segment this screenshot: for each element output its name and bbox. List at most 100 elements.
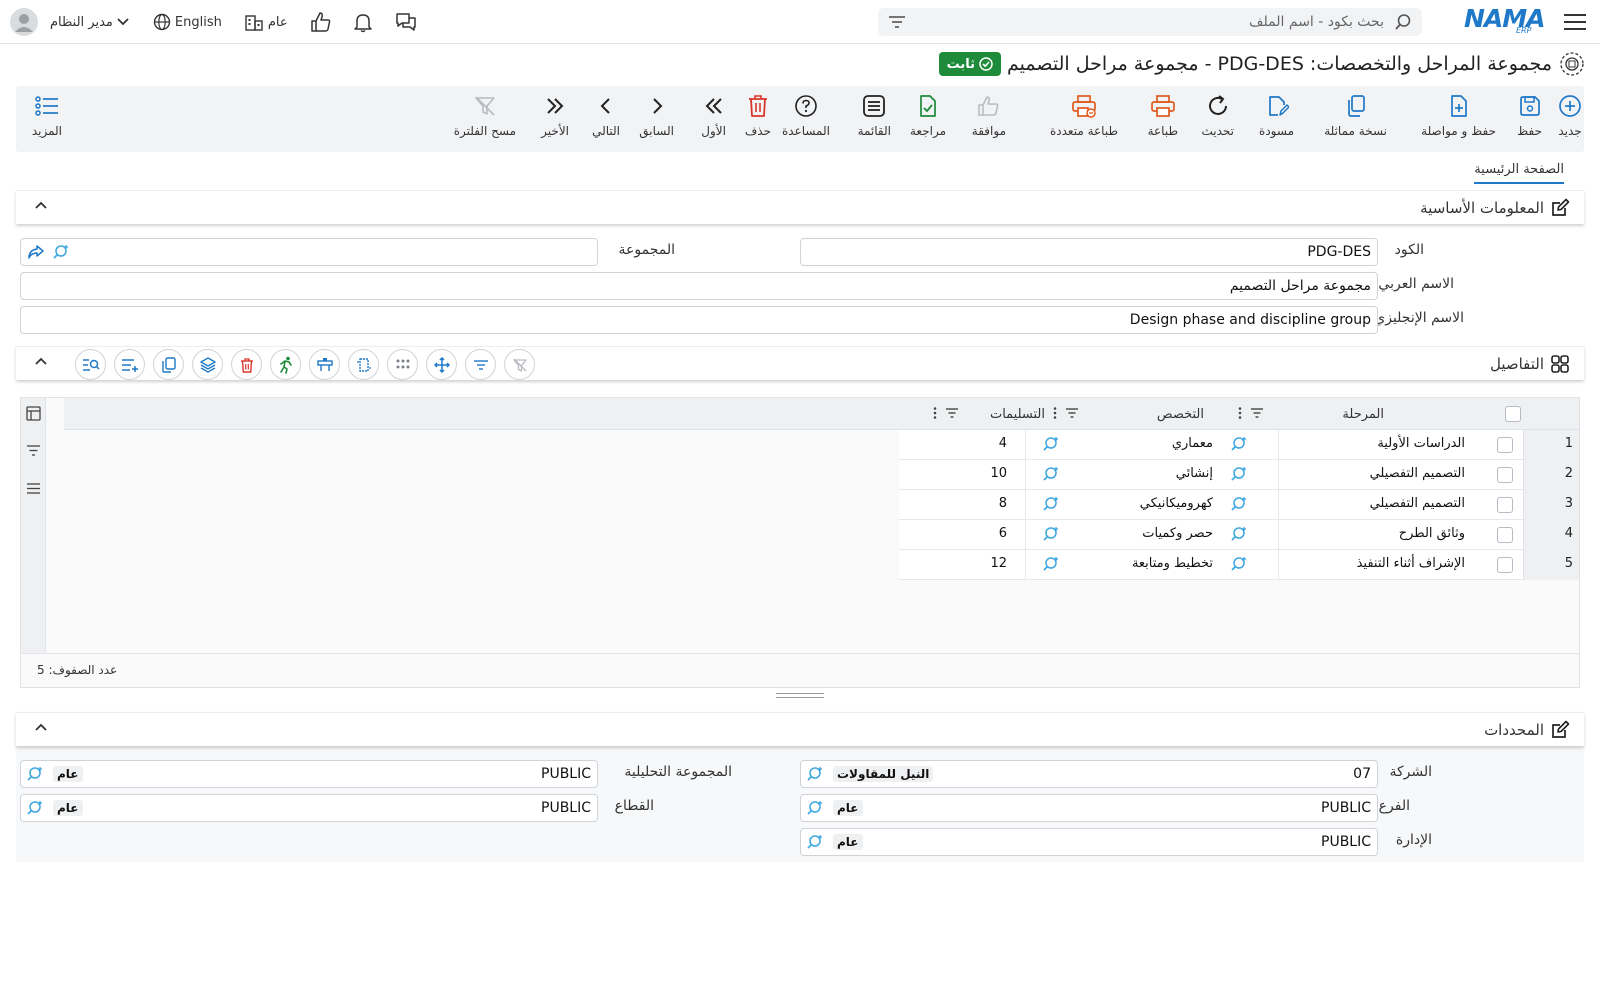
more-button[interactable]: المزيد [32, 94, 62, 138]
branch-field[interactable]: PUBLIC عام [800, 794, 1378, 822]
determinants-header[interactable]: المحددات [16, 712, 1584, 746]
english-name-field[interactable]: Design phase and discipline group [20, 306, 1378, 334]
discipline-cell[interactable]: حصر وكميات [1142, 526, 1213, 541]
column-filter-icon[interactable] [945, 406, 959, 420]
grid-clear-filter-button[interactable] [504, 349, 535, 380]
messages-button[interactable] [394, 0, 418, 44]
search-plus-icon[interactable] [807, 834, 825, 850]
company-field[interactable]: 07 النيل للمقاولات [800, 760, 1378, 788]
move-button[interactable] [426, 349, 457, 380]
discipline-cell[interactable]: كهروميكانيكي [1140, 496, 1213, 511]
table-row[interactable]: 1 الدراسات الأولية معماري 4 [899, 430, 1579, 460]
fit-columns-button[interactable] [348, 349, 379, 380]
row-checkbox[interactable] [1497, 557, 1513, 573]
search-plus-icon[interactable] [1043, 526, 1061, 542]
department-field[interactable]: PUBLIC عام [800, 828, 1378, 856]
multi-print-button[interactable]: طباعة متعددة [1050, 94, 1118, 138]
like-button[interactable] [310, 0, 332, 44]
phase-cell[interactable]: التصميم التفصيلي [1370, 466, 1465, 481]
select-all-checkbox[interactable] [1505, 406, 1521, 422]
layers-button[interactable] [192, 349, 223, 380]
notifications-button[interactable] [352, 0, 374, 44]
draft-button[interactable]: مسودة [1259, 94, 1294, 138]
column-menu-icon[interactable] [1238, 406, 1242, 420]
deliverables-cell[interactable]: 12 [990, 556, 1007, 571]
list-button[interactable]: القائمة [858, 94, 891, 138]
deliverables-cell[interactable]: 8 [999, 496, 1007, 511]
search-plus-icon[interactable] [1231, 526, 1249, 542]
column-header-discipline[interactable]: التخصص [1157, 398, 1204, 430]
search-plus-icon[interactable] [53, 244, 71, 260]
delete-row-button[interactable] [231, 349, 262, 380]
basic-info-header[interactable]: المعلومات الأساسية [16, 190, 1584, 224]
first-record-button[interactable]: الأول [701, 94, 726, 138]
column-header-deliverables[interactable]: التسليمات [990, 398, 1045, 430]
search-plus-icon[interactable] [1231, 436, 1249, 452]
print-button[interactable]: طباعة [1148, 94, 1178, 138]
last-record-button[interactable]: الأخير [541, 94, 569, 138]
column-menu-icon[interactable] [1053, 406, 1057, 420]
search-plus-icon[interactable] [1231, 556, 1249, 572]
arabic-name-field[interactable]: مجموعة مراحل التصميم [20, 272, 1378, 300]
filter-icon[interactable] [888, 14, 906, 30]
phase-cell[interactable]: وثائق الطرح [1399, 526, 1465, 541]
column-header-phase[interactable]: المرحلة [1342, 398, 1384, 430]
save-continue-button[interactable]: حفظ و مواصلة [1421, 94, 1496, 138]
language-switcher[interactable]: English [153, 0, 222, 44]
search-plus-icon[interactable] [1043, 466, 1061, 482]
table-row[interactable]: 4 وثائق الطرح حصر وكميات 6 [899, 520, 1579, 550]
chevron-up-icon[interactable] [34, 356, 48, 366]
search-plus-icon[interactable] [27, 766, 45, 782]
deliverables-cell[interactable]: 10 [990, 466, 1007, 481]
previous-record-button[interactable]: السابق [639, 94, 674, 138]
new-button[interactable]: جديد [1558, 94, 1582, 138]
copy-row-button[interactable] [153, 349, 184, 380]
chevron-up-icon[interactable] [34, 200, 48, 210]
search-plus-icon[interactable] [1043, 436, 1061, 452]
analytic-group-field[interactable]: PUBLIC عام [20, 760, 598, 788]
group-field[interactable] [20, 238, 598, 266]
phase-cell[interactable]: الإشراف أثناء التنفيذ [1357, 556, 1465, 571]
search-plus-icon[interactable] [807, 800, 825, 816]
phase-cell[interactable]: التصميم التفصيلي [1370, 496, 1465, 511]
chevron-up-icon[interactable] [34, 722, 48, 732]
search-plus-icon[interactable] [1231, 496, 1249, 512]
discipline-cell[interactable]: إنشائي [1176, 466, 1213, 481]
nama-logo[interactable]: NAMA ERP [1464, 4, 1550, 36]
approve-button[interactable]: موافقة [972, 94, 1006, 138]
clear-filter-button[interactable]: مسح الفلترة [454, 94, 516, 138]
row-checkbox[interactable] [1497, 527, 1513, 543]
search-plus-icon[interactable] [1231, 466, 1249, 482]
menu-lines-icon[interactable] [26, 482, 41, 495]
search-plus-icon[interactable] [1043, 556, 1061, 572]
table-row[interactable]: 2 التصميم التفصيلي إنشائي 10 [899, 460, 1579, 490]
table-row[interactable]: 5 الإشراف أثناء التنفيذ تخطيط ومتابعة 12 [899, 550, 1579, 580]
search-plus-icon[interactable] [27, 800, 45, 816]
run-button[interactable] [270, 349, 301, 380]
search-plus-icon[interactable] [807, 766, 825, 782]
next-record-button[interactable]: التالي [592, 94, 620, 138]
add-row-button[interactable] [114, 349, 145, 380]
grid-view-button[interactable] [387, 349, 418, 380]
column-menu-icon[interactable] [933, 406, 937, 420]
discipline-cell[interactable]: تخطيط ومتابعة [1132, 556, 1213, 571]
column-filter-icon[interactable] [1250, 406, 1264, 420]
tab-main[interactable]: الصفحة الرئيسية [1474, 162, 1564, 184]
hamburger-menu-icon[interactable] [1564, 12, 1586, 32]
filter-panel-icon[interactable] [26, 444, 41, 457]
row-checkbox[interactable] [1497, 437, 1513, 453]
duplicate-button[interactable]: نسخة مماثلة [1324, 94, 1387, 138]
help-button[interactable]: المساعدة [782, 94, 830, 138]
sector-field[interactable]: PUBLIC عام [20, 794, 598, 822]
grid-filter-button[interactable] [465, 349, 496, 380]
code-field[interactable]: PDG-DES [800, 238, 1378, 266]
resize-handle[interactable] [776, 693, 824, 699]
search-input[interactable] [944, 8, 1384, 36]
discipline-cell[interactable]: معماري [1172, 436, 1213, 451]
deliverables-cell[interactable]: 4 [999, 436, 1007, 451]
table-columns-icon[interactable] [26, 406, 41, 421]
table-row[interactable]: 3 التصميم التفصيلي كهروميكانيكي 8 [899, 490, 1579, 520]
search-plus-icon[interactable] [1043, 496, 1061, 512]
save-button[interactable]: حفظ [1517, 94, 1542, 138]
grid-search-button[interactable] [75, 349, 106, 380]
